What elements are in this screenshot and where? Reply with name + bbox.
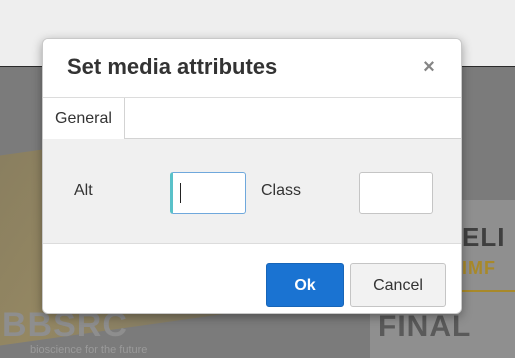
media-attributes-dialog: Set media attributes × General Alt Class… [42, 38, 462, 314]
text-caret [180, 183, 181, 203]
backdrop-bottom-text: FINAL [378, 310, 472, 343]
dialog-footer: Ok Cancel [43, 243, 461, 313]
ok-button[interactable]: Ok [266, 263, 344, 307]
dialog-header: Set media attributes × [43, 39, 461, 97]
class-input[interactable] [359, 172, 433, 214]
close-icon[interactable]: × [419, 57, 439, 77]
dialog-body: Alt Class [43, 139, 461, 243]
dialog-tabbar: General [43, 97, 461, 140]
backdrop-rule [458, 290, 515, 292]
backdrop-subheading-text: IMF [462, 258, 496, 278]
alt-input[interactable] [170, 172, 246, 214]
cancel-button[interactable]: Cancel [350, 263, 446, 307]
class-label: Class [261, 182, 302, 199]
dialog-title: Set media attributes [67, 54, 278, 79]
alt-label: Alt [74, 182, 93, 199]
tab-general[interactable]: General [43, 98, 125, 140]
bbsrc-tagline: bioscience for the future [30, 344, 148, 356]
backdrop-heading-text: ELI [462, 222, 506, 252]
